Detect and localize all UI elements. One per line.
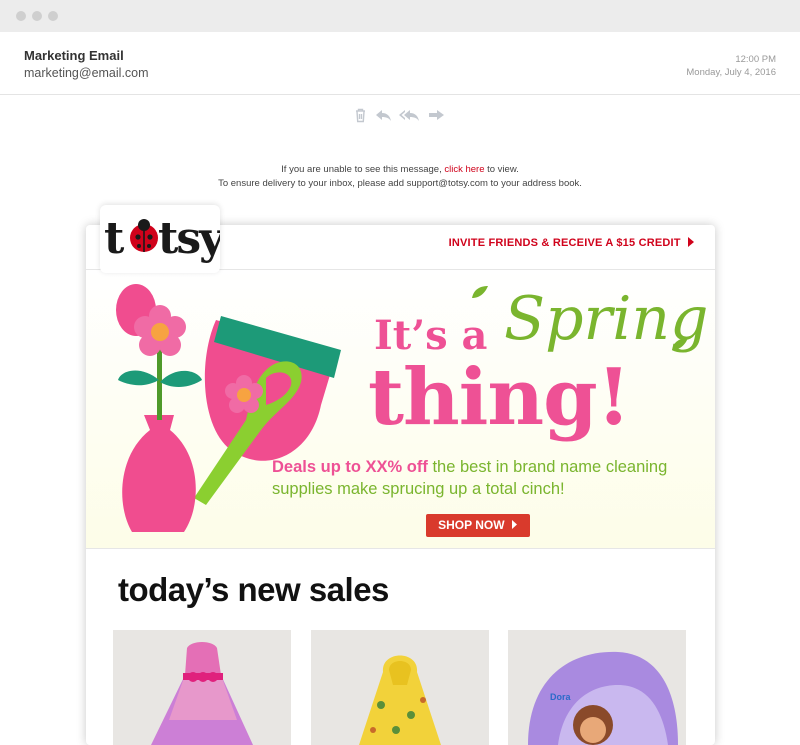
sender-email: marketing@email.com xyxy=(24,66,149,80)
reply-all-icon[interactable] xyxy=(398,106,422,124)
view-online-notice: If you are unable to see this message, c… xyxy=(0,164,800,175)
email-body-card: INVITE FRIENDS & RECEIVE A $15 CREDIT It… xyxy=(86,225,715,745)
sales-section-title: today’s new sales xyxy=(118,571,389,608)
email-time: 12:00 PM xyxy=(735,54,776,65)
chevron-right-icon xyxy=(688,237,694,247)
totsy-logo[interactable]: t tsy xyxy=(100,205,228,273)
shop-now-button[interactable]: SHOP NOW xyxy=(426,514,530,537)
sale-item-raincoat[interactable] xyxy=(311,630,489,745)
sale-item-cap[interactable]: Dora xyxy=(508,630,686,745)
svg-text:t: t xyxy=(104,213,125,264)
svg-text:tsy: tsy xyxy=(158,213,220,264)
forward-icon[interactable] xyxy=(426,106,446,124)
sender-name: Marketing Email xyxy=(24,48,124,63)
deals-bold: Deals up to XX% off xyxy=(272,458,428,476)
chevron-right-icon xyxy=(511,520,517,529)
hero-deals-text: Deals up to XX% off the best in brand na… xyxy=(272,456,715,500)
dress-image xyxy=(113,630,291,745)
leaf-icon xyxy=(472,286,488,298)
window-close-dot[interactable] xyxy=(16,11,26,21)
notice-prefix: If you are unable to see this message, xyxy=(281,164,442,175)
cap-image: Dora xyxy=(508,630,686,745)
invite-label: INVITE FRIENDS & RECEIVE A $15 CREDIT xyxy=(448,237,681,249)
email-header: Marketing Email marketing@email.com 12:0… xyxy=(0,32,800,95)
trash-icon[interactable] xyxy=(350,106,370,124)
raincoat-image xyxy=(311,630,489,745)
delivery-notice: To ensure delivery to your inbox, please… xyxy=(218,178,582,189)
invite-friends-link[interactable]: INVITE FRIENDS & RECEIVE A $15 CREDIT xyxy=(449,237,695,249)
window-maximize-dot[interactable] xyxy=(48,11,58,21)
email-date: Monday, July 4, 2016 xyxy=(686,67,776,78)
shop-now-label: SHOP NOW xyxy=(438,518,505,532)
hero-thing: thing! xyxy=(368,352,631,443)
svg-text:Dora: Dora xyxy=(550,692,571,702)
notice-suffix: to view. xyxy=(487,164,519,175)
click-here-link[interactable]: click here xyxy=(444,164,484,175)
reply-icon[interactable] xyxy=(374,106,394,124)
window-titlebar xyxy=(0,0,800,32)
leaf-icon xyxy=(672,338,688,350)
totsy-logo-image: t tsy xyxy=(104,213,228,264)
window-minimize-dot[interactable] xyxy=(32,11,42,21)
sale-item-dress[interactable] xyxy=(113,630,291,745)
hero-banner[interactable]: It’s a Spring thing! Deals up to XX% off… xyxy=(86,270,715,549)
